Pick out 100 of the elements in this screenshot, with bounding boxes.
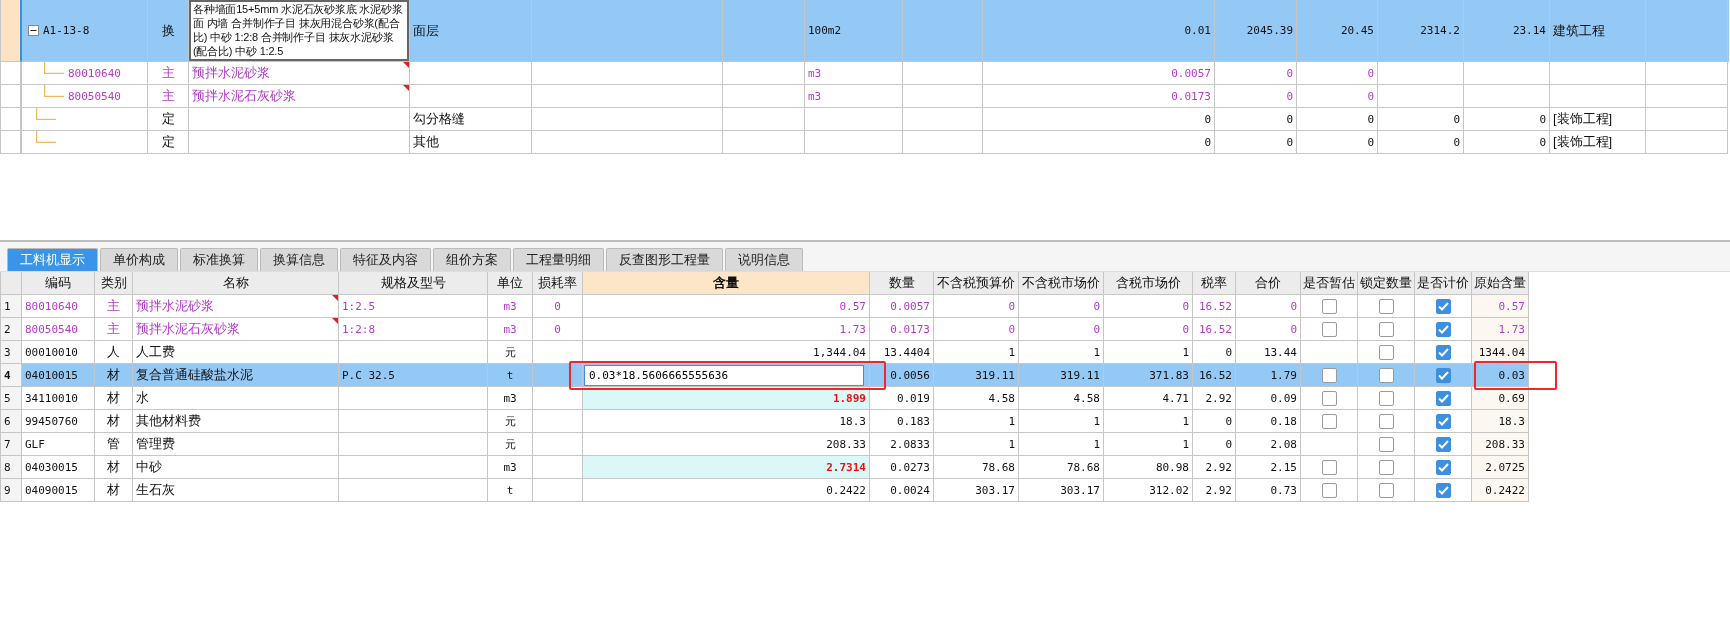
column-header[interactable]: 税率 (1193, 272, 1236, 295)
checkbox[interactable] (1378, 321, 1394, 337)
tab[interactable]: 标准换算 (180, 248, 258, 271)
checkbox[interactable] (1321, 413, 1337, 429)
table-row[interactable]: 3 00010010 人 人工费 元 1,344.04 13.4404 1 1 1 0 13.44 1344.04 (1, 341, 1529, 364)
table-cell: 0 (1297, 131, 1378, 154)
table-cell: 04090015 (22, 479, 95, 502)
table-cell: 0.57 (1472, 295, 1529, 318)
table-cell: 定 (148, 131, 189, 154)
column-header[interactable]: 不含税市场价 (1019, 272, 1104, 295)
table-cell: 0.73 (1236, 479, 1301, 502)
checkbox[interactable] (1435, 459, 1451, 475)
table-cell: [装饰工程] (1550, 131, 1646, 154)
table-cell: 303.17 (1019, 479, 1104, 502)
row-number: 4 (1, 364, 22, 387)
tree-line-icon (44, 85, 64, 97)
table-row[interactable]: 8 04030015 材 中砂 m3 2.7314 0.0273 78.68 78.68 80.98 2.92 2.15 2.0725 (1, 456, 1529, 479)
row-number: 7 (1, 433, 22, 456)
checkbox[interactable] (1321, 321, 1337, 337)
tab[interactable]: 换算信息 (260, 248, 338, 271)
checkbox[interactable] (1321, 367, 1337, 383)
table-cell: 0 (1464, 131, 1550, 154)
checkbox[interactable] (1321, 390, 1337, 406)
column-header[interactable]: 锁定数量 (1358, 272, 1415, 295)
checkbox[interactable] (1435, 367, 1451, 383)
item-name: 预拌水泥石灰砂浆 (136, 320, 240, 338)
checkbox[interactable] (1321, 298, 1337, 314)
column-header[interactable]: 数量 (870, 272, 934, 295)
column-header[interactable]: 是否计价 (1415, 272, 1472, 295)
column-header[interactable]: 合价 (1236, 272, 1301, 295)
row-number: 5 (1, 387, 22, 410)
tab[interactable]: 单价构成 (100, 248, 178, 271)
table-cell: 其他 (410, 131, 532, 154)
checkbox[interactable] (1378, 413, 1394, 429)
table-cell: 0.03 (1472, 364, 1529, 387)
column-header[interactable]: 是否暂估 (1301, 272, 1358, 295)
checkbox[interactable] (1321, 482, 1337, 498)
column-header[interactable]: 含量 (583, 272, 870, 295)
table-cell: 1344.04 (1472, 341, 1529, 364)
checkbox[interactable] (1378, 459, 1394, 475)
column-header[interactable]: 损耗率 (533, 272, 583, 295)
formula-input[interactable]: 0.03*18.5606665555636 (584, 364, 864, 386)
table-cell: 0.0024 (870, 479, 934, 502)
table-cell: 0 (1215, 131, 1297, 154)
table-row[interactable]: 7 GLF 管 管理费 元 208.33 2.0833 1 1 1 0 2.08 208.33 (1, 433, 1529, 456)
tab[interactable]: 工程量明细 (513, 248, 604, 271)
item-name: 管理费 (136, 435, 175, 453)
table-row[interactable]: 80050540 主 预拌水泥石灰砂浆 m3 0.0173 0 0 (1, 85, 1729, 108)
tree-line-icon (36, 131, 56, 143)
table-row[interactable]: 1 80010640 主 预拌水泥砂浆 1:2.5 m3 0 0.57 0.0057 0 0 0 16.52 0 0.57 (1, 295, 1529, 318)
checkbox[interactable] (1378, 390, 1394, 406)
checkbox[interactable] (1378, 482, 1394, 498)
column-header[interactable]: 原始含量 (1472, 272, 1529, 295)
tab[interactable]: 组价方案 (433, 248, 511, 271)
item-code: A1-13-8 (43, 24, 90, 37)
checkbox[interactable] (1435, 436, 1451, 452)
table-cell: 2.92 (1193, 479, 1236, 502)
tab[interactable]: 特征及内容 (340, 248, 431, 271)
table-row[interactable]: 2 80050540 主 预拌水泥石灰砂浆 1:2:8 m3 0 1.73 0.0173 0 0 0 16.52 0 1.73 (1, 318, 1529, 341)
table-row[interactable]: 5 34110010 材 水 m3 1.899 0.019 4.58 4.58 4.71 2.92 0.09 0.69 (1, 387, 1529, 410)
column-header[interactable]: 规格及型号 (339, 272, 488, 295)
tree-line-icon (44, 62, 64, 74)
table-row[interactable]: 定 其他 0 0 0 0 0 [装饰工程] (1, 131, 1729, 154)
tab[interactable]: 反查图形工程量 (606, 248, 723, 271)
collapse-icon[interactable] (28, 25, 39, 36)
item-code: 80010640 (68, 66, 121, 80)
checkbox[interactable] (1321, 459, 1337, 475)
column-header[interactable]: 不含税预算价 (934, 272, 1019, 295)
item-code: 80050540 (68, 89, 121, 103)
column-header[interactable]: 含税市场价 (1104, 272, 1193, 295)
table-row[interactable]: 4 04010015 材 复合普通硅酸盐水泥 P.C 32.5 t 0.03*18.5606665555636 0.0056 319.11 319.11 371.83 16.52 1.79 0.03 (1, 364, 1529, 387)
table-row[interactable]: 定 勾分格缝 0 0 0 0 0 [装饰工程] (1, 108, 1729, 131)
column-header[interactable]: 单位 (488, 272, 533, 295)
column-header[interactable]: 编码 (22, 272, 95, 295)
item-name: 复合普通硅酸盐水泥 (136, 366, 253, 384)
table-cell: t (488, 479, 533, 502)
checkbox[interactable] (1378, 344, 1394, 360)
table-cell: 303.17 (934, 479, 1019, 502)
checkbox[interactable] (1378, 298, 1394, 314)
checkbox[interactable] (1435, 482, 1451, 498)
row-number: 6 (1, 410, 22, 433)
table-row[interactable]: 6 99450760 材 其他材料费 元 18.3 0.183 1 1 1 0 0.18 18.3 (1, 410, 1529, 433)
checkbox[interactable] (1435, 390, 1451, 406)
tab[interactable]: 说明信息 (725, 248, 803, 271)
table-row[interactable]: 80010640 主 预拌水泥砂浆 m3 0.0057 0 0 (1, 62, 1729, 85)
checkbox[interactable] (1435, 298, 1451, 314)
checkbox[interactable] (1435, 344, 1451, 360)
table-cell: 2.7314 (583, 456, 870, 479)
checkbox[interactable] (1435, 321, 1451, 337)
row-number: 9 (1, 479, 22, 502)
checkbox[interactable] (1378, 436, 1394, 452)
table-cell: 0.2422 (1472, 479, 1529, 502)
column-header[interactable]: 类别 (95, 272, 133, 295)
checkbox[interactable] (1378, 367, 1394, 383)
table-cell: 0.69 (1472, 387, 1529, 410)
column-header[interactable]: 名称 (133, 272, 339, 295)
table-row[interactable]: 9 04090015 材 生石灰 t 0.2422 0.0024 303.17 303.17 312.02 2.92 0.73 0.2422 (1, 479, 1529, 502)
row-number: 8 (1, 456, 22, 479)
checkbox[interactable] (1435, 413, 1451, 429)
table-row[interactable]: A1-13-8 换 各种墙面15+5mm 水泥石灰砂浆底 水泥砂浆面 内墙 合并制作子目 抹灰用混合砂浆(配合比) 中砂 1:2:8 合并制作子目 抹灰水泥砂浆(配合比) 中砂 1:2.5 面层 100m2 0.01 2045.39 20.45 2314.2 23.14 建筑工程 (1, 0, 1729, 62)
